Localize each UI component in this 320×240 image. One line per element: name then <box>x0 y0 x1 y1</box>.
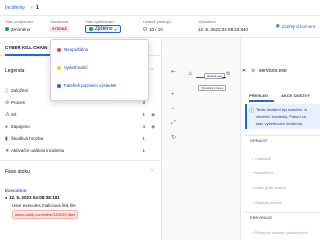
info-banner-line: Tento incident byl uzavřen. A <box>256 107 307 112</box>
legend-item-count: 1 <box>142 136 145 141</box>
close-panel-icon[interactable]: ✕ <box>242 68 246 74</box>
blue-dot-icon <box>57 83 61 88</box>
created-field: Vytvořeno 12. 5. 2023 04:09:22:840 <box>198 19 248 33</box>
investigation-status-select[interactable]: Zjištěno ▾ <box>85 25 121 33</box>
incident-meta-bar: Stav podpoutsu Zmírněno Závažnost VYSOKÁ… <box>0 16 320 38</box>
zoom-out-icon[interactable]: − <box>171 106 175 112</box>
legend-item: ⁂ Sít 1 ◉ <box>5 110 155 119</box>
fit-view-icon[interactable]: ⤢ <box>171 120 176 127</box>
legend-item: ▮ Škodlivá hrozba 1 <box>5 134 155 143</box>
action-label: Vrátit ještě změny <box>254 185 287 190</box>
dropdown-option-label: Vyšetřování <box>64 65 88 70</box>
info-icon: ⓘ <box>249 108 255 114</box>
tab-overview[interactable]: PŘEHLED <box>249 93 268 98</box>
active-tab-indicator <box>249 100 274 102</box>
action-add-to-allowlist[interactable]: › Přidat na seznam povolených <box>252 230 307 235</box>
event-timestamp: 12. 5. 2023 04:08:38:191 <box>9 195 60 200</box>
panel-title: services.exe <box>259 68 287 74</box>
investigation-field: Stav vyšetřování Zjištěno ▾ <box>85 19 121 33</box>
breadcrumb-incidents-link[interactable]: Incidenty <box>5 5 25 11</box>
remediation-heading: OPRAVIT <box>250 138 268 143</box>
breadcrumb-separator: > <box>30 5 33 11</box>
legend-item: ★ Aktivační událost incidentu 1 <box>5 146 155 155</box>
graph-node-process-icon[interactable]: ⚙ <box>226 71 230 77</box>
status-dot-icon <box>5 27 9 31</box>
legend-item-count: 4 <box>142 124 145 129</box>
action-remove[interactable]: › Odstranit <box>252 156 271 161</box>
prevention-heading: PREVENCE <box>250 215 273 220</box>
event-description: User executes malicious link file <box>12 203 76 208</box>
tab-cyber-kill-chain[interactable]: CYBER KILL CHAIN <box>5 45 47 50</box>
publish-comment-label: Zveřejnit koment <box>281 23 315 29</box>
action-label: Odstranit <box>254 156 271 161</box>
dropdown-option-false-positive[interactable]: Falešně pozitivní výsledek <box>57 83 117 88</box>
closed-steps-text: 10 / 10 <box>149 26 163 32</box>
dropdown-option-label: Neopuštěno <box>64 47 89 52</box>
section-divider <box>245 212 320 213</box>
legend-item: ● Zapojeno 4 ◉ <box>5 122 155 131</box>
progress-ring-icon <box>143 27 147 31</box>
dropdown-option-unresolved[interactable]: Neopuštěno <box>57 47 88 52</box>
legend-item-label: Škodlivá hrozba <box>11 136 44 141</box>
investigation-status-text: Zjištěno <box>95 26 113 32</box>
refresh-icon[interactable]: ↻ <box>171 134 176 141</box>
action-label: Přidat na seznam povolených <box>254 230 307 235</box>
phase-execution[interactable]: Execution <box>5 188 27 193</box>
yellow-dot-icon <box>57 65 61 70</box>
legend-item-label: Aktivační událost incidentu <box>11 148 65 153</box>
severity-field: Závažnost VYSOKÁ <box>50 19 69 33</box>
graph-node-threat-icon[interactable]: ⚠ <box>188 71 192 77</box>
action-label: Karanténa <box>254 170 273 175</box>
collapse-icon[interactable]: ⇤ <box>171 68 176 75</box>
details-panel: ✕ ⚙ services.exe PŘEHLED AKCE ODEZVY ⓘ T… <box>240 38 320 240</box>
graph-edge <box>222 77 226 78</box>
settings-icon: ⚙ <box>251 68 256 74</box>
closed-steps-value: 10 / 10 <box>143 25 171 33</box>
red-dot-icon <box>57 47 61 52</box>
section-divider <box>0 160 162 161</box>
event-bullet-icon: ● <box>5 195 8 200</box>
action-revert-changes[interactable]: › Vrátit ještě změny <box>252 185 286 190</box>
action-quarantine[interactable]: › Karanténa <box>252 170 273 175</box>
graph-node-tooltip: Výsvědní proces <box>198 85 227 91</box>
status-field: Stav podpoutsu Zmírněno <box>5 19 33 33</box>
info-banner-line: stav vyšetřování incidentu. <box>256 121 304 126</box>
action-label: Zastavit proces <box>254 200 282 205</box>
legend-item-count: 1 <box>142 112 145 117</box>
legend-item-count: 1 <box>142 148 145 153</box>
created-value: 12. 5. 2023 04:09:22:840 <box>198 26 249 32</box>
eye-icon[interactable]: ◉ <box>145 124 155 130</box>
breadcrumb-incident-id: 1 <box>36 5 39 11</box>
action-stop-process[interactable]: › Zastavit proces <box>252 200 282 205</box>
section-divider <box>245 135 320 136</box>
top-bar: Incidenty > 1 <box>0 0 320 16</box>
chevron-up-icon[interactable]: ⌃ <box>150 68 154 74</box>
tab-response-actions[interactable]: AKCE ODEZVY <box>281 93 310 98</box>
active-tab-indicator <box>5 54 50 56</box>
legend-title: Legenda <box>5 68 25 74</box>
legend-item-label: Sít <box>11 112 17 117</box>
chevron-down-icon: ▾ <box>114 26 117 32</box>
severity-value: VYSOKÁ <box>50 25 69 33</box>
dropdown-option-label: Falešně pozitivní výsledek <box>64 83 117 88</box>
closed-steps-field: Uzavřít postupy 10 / 10 <box>143 19 171 33</box>
eye-icon[interactable]: ◉ <box>145 112 155 118</box>
status-text: Zmírněno <box>11 26 31 32</box>
attack-graph-canvas[interactable]: ⇤ + − ⤢ ↻ ⚠ antisvit.exe ⚙ Výsvědní proc… <box>162 38 240 240</box>
info-banner-line: otevření incidenty. Pokud ch <box>256 114 306 119</box>
zoom-in-icon[interactable]: + <box>171 92 175 98</box>
status-value: Zmírněno <box>5 25 33 33</box>
legend-item-label: Zapojeno <box>11 124 30 129</box>
event-url-badge[interactable]: www.odditj.com/sline/120039.html <box>12 210 79 219</box>
graph-node-antisvit[interactable]: antisvit.exe <box>204 73 226 79</box>
publish-comment-button[interactable]: ▣ Zveřejnit koment <box>275 23 315 29</box>
severity-badge: VYSOKÁ <box>50 26 69 32</box>
attack-phases-title: Fáze útoku <box>5 169 30 175</box>
graph-edge <box>196 77 204 78</box>
report-icon: ▣ <box>275 23 280 28</box>
investigation-dot-icon <box>89 27 93 31</box>
chevron-up-icon[interactable]: ⌃ <box>150 169 154 175</box>
investigation-status-dropdown: Neopuštěno Vyšetřování Falešně pozitivní… <box>50 39 149 101</box>
dropdown-option-investigating[interactable]: Vyšetřování <box>57 65 88 70</box>
